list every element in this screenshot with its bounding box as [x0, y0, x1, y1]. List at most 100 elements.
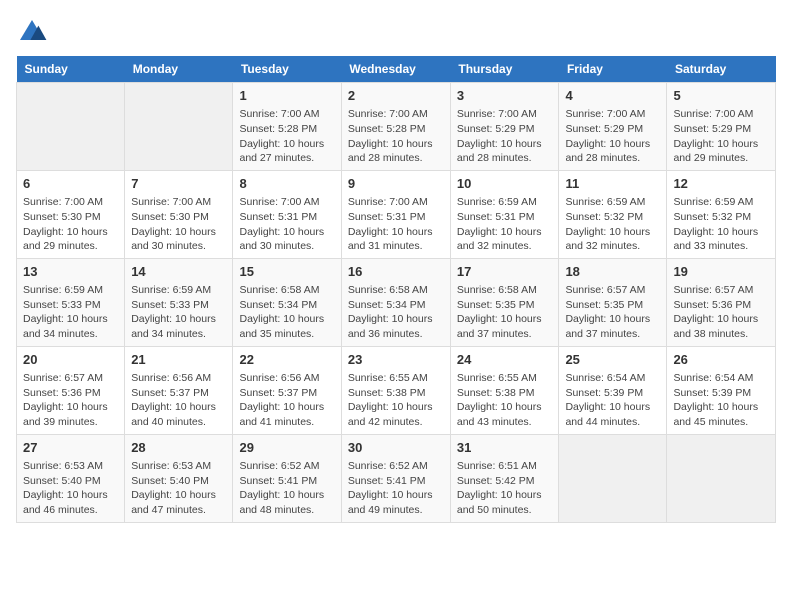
calendar-week-row: 27 Sunrise: 6:53 AM Sunset: 5:40 PM Dayli… [17, 434, 776, 522]
cell-content: Sunrise: 6:53 AM Sunset: 5:40 PM Dayligh… [23, 459, 118, 518]
day-number: 24 [457, 351, 553, 369]
calendar-cell: 19 Sunrise: 6:57 AM Sunset: 5:36 PM Dayli… [667, 258, 776, 346]
cell-content: Sunrise: 6:55 AM Sunset: 5:38 PM Dayligh… [348, 371, 444, 430]
calendar-cell: 11Sunrise: 6:59 AM Sunset: 5:32 PM Dayli… [559, 170, 667, 258]
logo-icon [16, 16, 48, 48]
calendar-cell: 22Sunrise: 6:56 AM Sunset: 5:37 PM Dayli… [233, 346, 341, 434]
cell-content: Sunrise: 6:51 AM Sunset: 5:42 PM Dayligh… [457, 459, 553, 518]
cell-content: Sunrise: 7:00 AM Sunset: 5:28 PM Dayligh… [239, 107, 334, 166]
day-number: 27 [23, 439, 118, 457]
cell-content: Sunrise: 6:56 AM Sunset: 5:37 PM Dayligh… [239, 371, 334, 430]
day-number: 29 [239, 439, 334, 457]
cell-content: Sunrise: 7:00 AM Sunset: 5:30 PM Dayligh… [131, 195, 226, 254]
cell-content: Sunrise: 7:00 AM Sunset: 5:29 PM Dayligh… [457, 107, 553, 166]
cell-content: Sunrise: 6:52 AM Sunset: 5:41 PM Dayligh… [239, 459, 334, 518]
calendar-week-row: 6 Sunrise: 7:00 AM Sunset: 5:30 PM Daylig… [17, 170, 776, 258]
calendar-cell: 6 Sunrise: 7:00 AM Sunset: 5:30 PM Daylig… [17, 170, 125, 258]
cell-content: Sunrise: 6:58 AM Sunset: 5:34 PM Dayligh… [348, 283, 444, 342]
calendar-cell: 13 Sunrise: 6:59 AM Sunset: 5:33 PM Dayli… [17, 258, 125, 346]
calendar-cell: 9 Sunrise: 7:00 AM Sunset: 5:31 PM Daylig… [341, 170, 450, 258]
calendar-cell: 7 Sunrise: 7:00 AM Sunset: 5:30 PM Daylig… [125, 170, 233, 258]
cell-content: Sunrise: 6:57 AM Sunset: 5:36 PM Dayligh… [23, 371, 118, 430]
calendar-cell: 8 Sunrise: 7:00 AM Sunset: 5:31 PM Daylig… [233, 170, 341, 258]
calendar-cell: 20 Sunrise: 6:57 AM Sunset: 5:36 PM Dayli… [17, 346, 125, 434]
calendar-cell: 29 Sunrise: 6:52 AM Sunset: 5:41 PM Dayli… [233, 434, 341, 522]
calendar-cell: 14 Sunrise: 6:59 AM Sunset: 5:33 PM Dayli… [125, 258, 233, 346]
calendar-cell: 31 Sunrise: 6:51 AM Sunset: 5:42 PM Dayli… [450, 434, 559, 522]
cell-content: Sunrise: 7:00 AM Sunset: 5:31 PM Dayligh… [348, 195, 444, 254]
calendar-cell: 1 Sunrise: 7:00 AM Sunset: 5:28 PM Daylig… [233, 83, 341, 171]
cell-content: Sunrise: 7:00 AM Sunset: 5:29 PM Dayligh… [565, 107, 660, 166]
day-number: 2 [348, 87, 444, 105]
day-number: 8 [239, 175, 334, 193]
calendar-cell: 23 Sunrise: 6:55 AM Sunset: 5:38 PM Dayli… [341, 346, 450, 434]
day-number: 26 [673, 351, 769, 369]
header-monday: Monday [125, 56, 233, 83]
cell-content: Sunrise: 6:55 AM Sunset: 5:38 PM Dayligh… [457, 371, 553, 430]
day-number: 12 [673, 175, 769, 193]
cell-content: Sunrise: 7:00 AM Sunset: 5:28 PM Dayligh… [348, 107, 444, 166]
day-number: 6 [23, 175, 118, 193]
day-number: 30 [348, 439, 444, 457]
page-header [16, 16, 776, 48]
day-number: 17 [457, 263, 553, 281]
calendar-cell: 27 Sunrise: 6:53 AM Sunset: 5:40 PM Dayli… [17, 434, 125, 522]
cell-content: Sunrise: 6:59 AM Sunset: 5:31 PM Dayligh… [457, 195, 553, 254]
day-number: 21 [131, 351, 226, 369]
calendar-cell [17, 83, 125, 171]
calendar-cell: 5Sunrise: 7:00 AM Sunset: 5:29 PM Daylig… [667, 83, 776, 171]
day-number: 4 [565, 87, 660, 105]
header-tuesday: Tuesday [233, 56, 341, 83]
day-number: 19 [673, 263, 769, 281]
day-number: 14 [131, 263, 226, 281]
day-number: 25 [565, 351, 660, 369]
calendar-cell: 18 Sunrise: 6:57 AM Sunset: 5:35 PM Dayli… [559, 258, 667, 346]
day-number: 23 [348, 351, 444, 369]
cell-content: Sunrise: 6:54 AM Sunset: 5:39 PM Dayligh… [673, 371, 769, 430]
calendar-week-row: 20 Sunrise: 6:57 AM Sunset: 5:36 PM Dayli… [17, 346, 776, 434]
calendar-cell: 12 Sunrise: 6:59 AM Sunset: 5:32 PM Dayli… [667, 170, 776, 258]
calendar-week-row: 1 Sunrise: 7:00 AM Sunset: 5:28 PM Daylig… [17, 83, 776, 171]
cell-content: Sunrise: 6:54 AM Sunset: 5:39 PM Dayligh… [565, 371, 660, 430]
calendar-cell: 25 Sunrise: 6:54 AM Sunset: 5:39 PM Dayli… [559, 346, 667, 434]
calendar-cell: 30 Sunrise: 6:52 AM Sunset: 5:41 PM Dayli… [341, 434, 450, 522]
day-number: 20 [23, 351, 118, 369]
calendar-cell: 15Sunrise: 6:58 AM Sunset: 5:34 PM Dayli… [233, 258, 341, 346]
calendar-cell: 4 Sunrise: 7:00 AM Sunset: 5:29 PM Daylig… [559, 83, 667, 171]
header-wednesday: Wednesday [341, 56, 450, 83]
calendar-cell: 16 Sunrise: 6:58 AM Sunset: 5:34 PM Dayli… [341, 258, 450, 346]
day-number: 10 [457, 175, 553, 193]
header-sunday: Sunday [17, 56, 125, 83]
calendar-cell: 2 Sunrise: 7:00 AM Sunset: 5:28 PM Daylig… [341, 83, 450, 171]
logo [16, 16, 52, 48]
calendar-table: SundayMondayTuesdayWednesdayThursdayFrid… [16, 56, 776, 523]
day-number: 9 [348, 175, 444, 193]
cell-content: Sunrise: 7:00 AM Sunset: 5:30 PM Dayligh… [23, 195, 118, 254]
calendar-cell [667, 434, 776, 522]
day-number: 13 [23, 263, 118, 281]
day-number: 31 [457, 439, 553, 457]
cell-content: Sunrise: 6:56 AM Sunset: 5:37 PM Dayligh… [131, 371, 226, 430]
day-number: 16 [348, 263, 444, 281]
cell-content: Sunrise: 6:59 AM Sunset: 5:32 PM Dayligh… [673, 195, 769, 254]
header-thursday: Thursday [450, 56, 559, 83]
cell-content: Sunrise: 6:59 AM Sunset: 5:33 PM Dayligh… [23, 283, 118, 342]
cell-content: Sunrise: 6:58 AM Sunset: 5:35 PM Dayligh… [457, 283, 553, 342]
day-number: 1 [239, 87, 334, 105]
calendar-cell: 24 Sunrise: 6:55 AM Sunset: 5:38 PM Dayli… [450, 346, 559, 434]
cell-content: Sunrise: 6:57 AM Sunset: 5:35 PM Dayligh… [565, 283, 660, 342]
calendar-cell [125, 83, 233, 171]
day-number: 28 [131, 439, 226, 457]
cell-content: Sunrise: 7:00 AM Sunset: 5:31 PM Dayligh… [239, 195, 334, 254]
cell-content: Sunrise: 6:53 AM Sunset: 5:40 PM Dayligh… [131, 459, 226, 518]
day-number: 18 [565, 263, 660, 281]
cell-content: Sunrise: 6:52 AM Sunset: 5:41 PM Dayligh… [348, 459, 444, 518]
day-number: 7 [131, 175, 226, 193]
calendar-week-row: 13 Sunrise: 6:59 AM Sunset: 5:33 PM Dayli… [17, 258, 776, 346]
calendar-cell: 10 Sunrise: 6:59 AM Sunset: 5:31 PM Dayli… [450, 170, 559, 258]
cell-content: Sunrise: 6:59 AM Sunset: 5:33 PM Dayligh… [131, 283, 226, 342]
calendar-cell: 21 Sunrise: 6:56 AM Sunset: 5:37 PM Dayli… [125, 346, 233, 434]
cell-content: Sunrise: 6:57 AM Sunset: 5:36 PM Dayligh… [673, 283, 769, 342]
calendar-cell: 3Sunrise: 7:00 AM Sunset: 5:29 PM Daylig… [450, 83, 559, 171]
header-friday: Friday [559, 56, 667, 83]
